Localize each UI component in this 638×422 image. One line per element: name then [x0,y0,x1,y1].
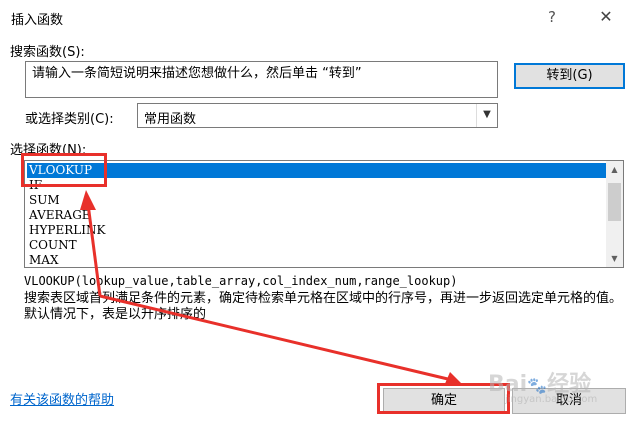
search-input[interactable]: 请输入一条简短说明来描述您想做什么，然后单击 “转到” [25,61,498,98]
highlight-vlookup-box [21,153,107,187]
dialog-title: 插入函数 [11,13,64,28]
list-item[interactable]: VLOOKUP [27,163,607,178]
category-selected-value: 常用函数 [144,112,197,127]
function-list[interactable]: VLOOKUP IF SUM AVERAGE HYPERLINK COUNT MAX ▲ ▼ [24,160,624,268]
chevron-down-icon[interactable]: ▼ [476,104,497,127]
title-bar: 插入函数 ? ✕ [0,0,638,36]
category-select[interactable]: 常用函数 ▼ [137,103,498,128]
scroll-up-icon[interactable]: ▲ [606,161,623,178]
list-item[interactable]: IF [27,178,607,193]
scroll-down-icon[interactable]: ▼ [606,250,623,267]
function-description: 搜索表区域首列满足条件的元素，确定待检索单元格在区域中的行序号，再进一步返回选定… [24,291,623,322]
list-item[interactable]: HYPERLINK [27,223,607,238]
help-icon[interactable]: ? [545,6,559,28]
list-item[interactable]: SUM [27,193,607,208]
category-label: 或选择类别(C): [25,112,114,127]
function-help-link[interactable]: 有关该函数的帮助 [10,389,114,408]
list-scrollbar[interactable]: ▲ ▼ [606,161,623,267]
list-item[interactable]: MAX [27,253,607,267]
watermark-sub: jingyan.baidu.com [505,394,598,405]
list-item[interactable]: AVERAGE [27,208,607,223]
scroll-thumb[interactable] [608,183,621,221]
search-label: 搜索函数(S): [10,45,85,60]
list-item[interactable]: COUNT [27,238,607,253]
goto-button[interactable]: 转到(G) [514,63,625,89]
close-icon[interactable]: ✕ [596,6,616,28]
function-signature: VLOOKUP(lookup_value,table_array,col_ind… [24,274,458,288]
